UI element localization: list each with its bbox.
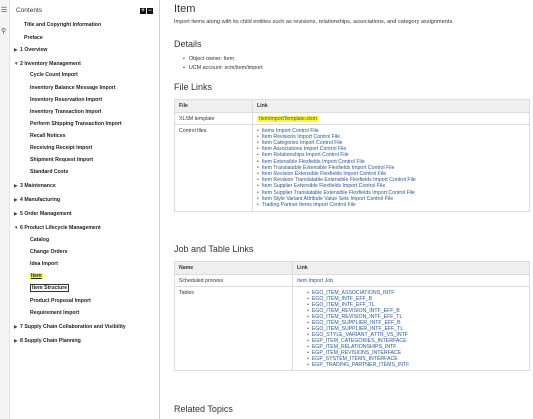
toc-item-idea-import[interactable]: Idea Import bbox=[30, 261, 58, 267]
toc-item-inventory-balance[interactable]: Inventory Balance Message Import bbox=[30, 85, 116, 91]
toc-sidebar: Contents + − Title and Copyright Informa… bbox=[10, 0, 160, 419]
table-row: Tables EGO_ITEM_ASSOCIATIONS_INTF EGO_IT… bbox=[174, 286, 530, 371]
toc-item-manufacturing[interactable]: ▶ 4 Manufacturing bbox=[14, 197, 60, 203]
column-header: File bbox=[174, 99, 253, 113]
toc-item-overview[interactable]: ▶ 1 Overview bbox=[14, 47, 47, 53]
expand-all-button[interactable]: + bbox=[140, 8, 146, 14]
side-icon-strip: ☰ ⚲ bbox=[0, 0, 10, 419]
table-row: Scheduled process Item Import Job bbox=[174, 274, 530, 287]
toc-item-supply-chain-planning[interactable]: ▶ 8 Supply Chain Planning bbox=[14, 338, 81, 344]
search-icon[interactable]: ⚲ bbox=[1, 28, 6, 35]
job-table-links-table: Name Link Scheduled process Item Import … bbox=[174, 261, 530, 371]
details-heading: Details bbox=[174, 39, 202, 49]
toc-item-preface[interactable]: Preface bbox=[24, 35, 43, 41]
interface-table-link[interactable]: EGP_TRADING_PARTNER_ITEMS_INTF bbox=[307, 362, 525, 368]
toc-item-standard-costs[interactable]: Standard Costs bbox=[30, 169, 68, 175]
toc-item-maintenance[interactable]: ▶ 3 Maintenance bbox=[14, 183, 56, 189]
scheduled-process-label: Scheduled process bbox=[174, 274, 293, 287]
toc-item-supply-chain-collab[interactable]: ▶ 7 Supply Chain Collaboration and Visibi… bbox=[14, 324, 126, 330]
toc-item-cycle-count-import[interactable]: Cycle Count Import bbox=[30, 72, 78, 78]
control-file-link[interactable]: Trading Partner Items Import Control Fil… bbox=[257, 202, 525, 208]
toc-item-requirement-import[interactable]: Requirement Import bbox=[30, 310, 79, 316]
toc-item-item-structure-label: Item Structure bbox=[30, 284, 70, 292]
column-header: Link bbox=[252, 99, 530, 113]
interface-table-list: EGO_ITEM_ASSOCIATIONS_INTF EGO_ITEM_INTF… bbox=[297, 290, 525, 368]
toc-item-inventory-management[interactable]: ▼ 2 Inventory Management bbox=[14, 61, 81, 67]
list-icon[interactable]: ☰ bbox=[1, 7, 7, 14]
toc-item-inventory-transaction[interactable]: Inventory Transaction Import bbox=[30, 109, 102, 115]
tables-label: Tables bbox=[174, 286, 293, 371]
column-header: Name bbox=[174, 261, 293, 275]
toc-item-shipment-request[interactable]: Shipment Request Import bbox=[30, 157, 93, 163]
details-item: UCM account: scm/item/import bbox=[183, 64, 263, 73]
toc-item-change-orders[interactable]: Change Orders bbox=[30, 249, 67, 255]
toc-item-catalog[interactable]: Catalog bbox=[30, 237, 49, 243]
contents-title: Contents bbox=[16, 7, 43, 14]
toc-item-recall-notices[interactable]: Recall Notices bbox=[30, 133, 65, 139]
item-import-job-link[interactable]: Item Import Job bbox=[297, 278, 333, 284]
toc-item-order-management[interactable]: ▶ 5 Order Management bbox=[14, 211, 72, 217]
control-file-list: Items Import Control File Item Revisions… bbox=[257, 128, 525, 209]
related-topics-heading: Related Topics bbox=[174, 404, 233, 414]
toc-item-item-label: Item bbox=[30, 273, 43, 279]
toc-item-perform-shipping[interactable]: Perform Shipping Transaction Import bbox=[30, 121, 122, 127]
column-header: Link bbox=[292, 261, 530, 275]
toc-item-item[interactable]: Item bbox=[30, 273, 43, 279]
toc-item-item-structure[interactable]: Item Structure bbox=[30, 284, 70, 292]
toc-item-title-copyright[interactable]: Title and Copyright Information bbox=[24, 22, 101, 28]
intro-text: Import items along with its child entiti… bbox=[174, 19, 454, 25]
table-row: Control files Items Import Control File … bbox=[174, 124, 530, 212]
toc-item-product-proposal[interactable]: Product Proposal Import bbox=[30, 298, 91, 304]
main-content: Item Import items along with its child e… bbox=[161, 0, 533, 419]
toc-item-inventory-reservation[interactable]: Inventory Reservation Import bbox=[30, 97, 102, 103]
toc-item-receiving-receipt[interactable]: Receiving Receipt Import bbox=[30, 145, 92, 151]
table-row: XLSM template ItemImportTemplate.xlsm bbox=[174, 112, 530, 125]
xlsm-label: XLSM template bbox=[174, 112, 253, 125]
page-title: Item bbox=[174, 3, 196, 15]
control-files-label: Control files bbox=[174, 124, 253, 212]
file-links-heading: File Links bbox=[174, 82, 213, 92]
collapse-all-button[interactable]: − bbox=[147, 8, 153, 14]
toc-item-plm[interactable]: ▼ 6 Product Lifecycle Management bbox=[14, 225, 101, 231]
details-list: Object owner: Item UCM account: scm/item… bbox=[183, 55, 263, 72]
details-item: Object owner: Item bbox=[183, 55, 263, 64]
xlsm-template-link[interactable]: ItemImportTemplate.xlsm bbox=[257, 115, 319, 122]
file-links-table: File Link XLSM template ItemImportTempla… bbox=[174, 99, 530, 212]
job-table-links-heading: Job and Table Links bbox=[174, 244, 254, 254]
